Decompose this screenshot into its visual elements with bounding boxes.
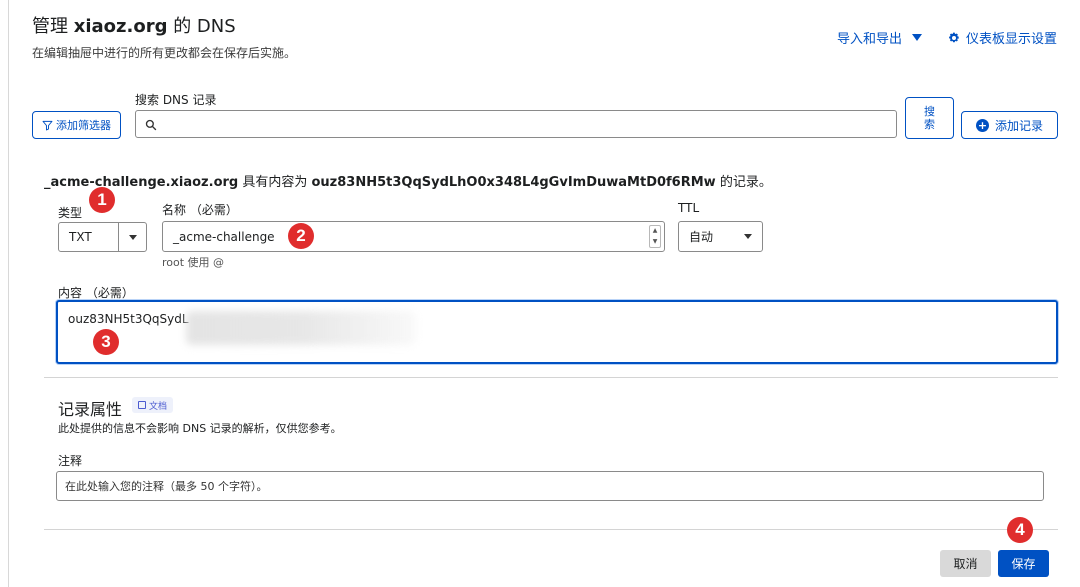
step-marker-4: 4 [1007,517,1033,543]
name-field[interactable]: _acme-challenge ▲ ▼ [162,221,665,252]
search-button-label-2: 索 [924,118,935,131]
search-input[interactable] [135,110,897,138]
type-select[interactable]: TXT [58,222,147,252]
record-content: ouz83NH5t3QqSydLhO0x348L4gGvImDuwaMtD0f6… [311,175,716,190]
step-marker-3: 3 [93,329,119,355]
record-properties-title: 记录属性 [58,400,123,419]
ttl-label: TTL [678,201,700,215]
page-subtitle: 在编辑抽屉中进行的所有更改都会在保存后实施。 [32,46,297,60]
add-filter-button[interactable]: 添加筛选器 [32,111,121,139]
search-label: 搜索 DNS 记录 [135,93,217,107]
record-summary: _acme-challenge.xiaoz.org 具有内容为 ouz83NH5… [44,175,772,190]
type-value: TXT [69,230,92,244]
section-divider [44,377,1058,378]
spinner-icon[interactable]: ▲ ▼ [649,225,661,248]
notes-placeholder: 在此处输入您的注释（最多 50 个字符）。 [65,480,268,493]
filter-icon [42,120,53,130]
search-button-label-1: 搜 [924,105,935,118]
step-marker-2: 2 [288,223,314,249]
gear-icon [949,32,959,42]
document-icon [138,401,146,409]
dashboard-settings-link[interactable]: 仪表板显示设置 [948,28,1057,47]
content-value: ouz83NH5t3QqSydL [68,312,189,326]
ttl-value: 自动 [689,230,714,244]
import-export-menu[interactable]: 导入和导出 [837,28,923,47]
search-button[interactable]: 搜 索 [905,97,954,139]
add-record-label: 添加记录 [994,118,1043,133]
add-filter-label: 添加筛选器 [56,119,111,132]
panel-left-border [8,0,9,587]
name-label: 名称 （必需） [162,203,238,217]
type-dropdown-button[interactable] [118,223,146,251]
record-properties-description: 此处提供的信息不会影响 DNS 记录的解析，仅供您参考。 [58,422,342,435]
footer-divider [44,529,1058,530]
docs-link[interactable]: 文档 [132,397,174,413]
redacted-content-overlay [186,311,416,345]
name-value: _acme-challenge [173,229,275,244]
dashboard-settings-label: 仪表板显示设置 [966,32,1058,47]
plus-circle-icon: + [975,118,989,132]
page-title: 管理 xiaoz.org 的 DNS [32,16,236,37]
content-label: 内容 （必需） [58,286,134,300]
name-hint: root 使用 @ [162,256,225,269]
docs-link-label: 文档 [149,401,168,412]
import-export-label: 导入和导出 [837,32,903,47]
notes-field[interactable]: 在此处输入您的注释（最多 50 个字符）。 [56,471,1044,501]
record-name: _acme-challenge.xiaoz.org [44,175,239,190]
caret-down-icon [912,34,923,41]
cancel-button[interactable]: 取消 [940,550,991,577]
save-button[interactable]: 保存 [998,550,1049,577]
add-record-button[interactable]: + 添加记录 [961,111,1058,139]
ttl-select[interactable]: 自动 [678,221,763,252]
caret-down-icon [744,234,752,239]
step-marker-1: 1 [89,187,115,213]
type-label: 类型 [58,206,83,220]
search-icon [145,119,157,131]
caret-down-icon [128,234,137,240]
notes-label: 注释 [58,454,83,468]
page-title-domain: xiaoz.org [73,16,168,37]
